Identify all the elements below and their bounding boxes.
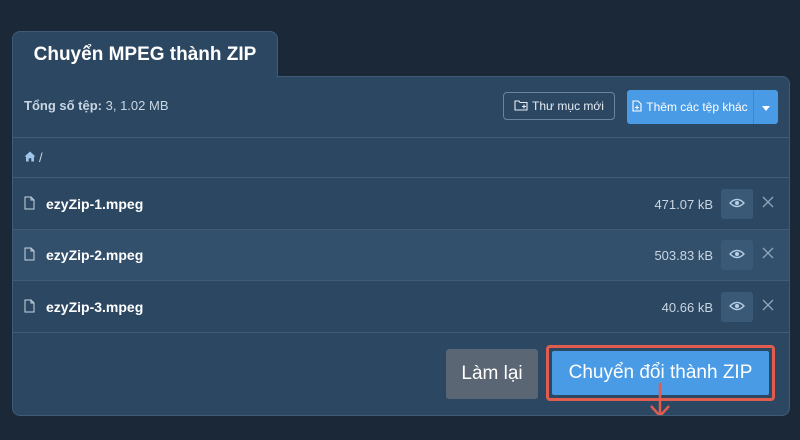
file-icon <box>24 299 35 318</box>
new-folder-button[interactable]: Thư mục mới <box>503 92 615 120</box>
reset-label: Làm lại <box>461 363 523 384</box>
file-row: ezyZip-1.mpeg 471.07 kB <box>13 179 789 230</box>
eye-icon <box>729 298 745 316</box>
home-icon[interactable] <box>24 150 36 165</box>
add-files-dropdown-toggle[interactable] <box>754 90 778 124</box>
file-summary-label: Tổng số tệp: <box>24 98 102 113</box>
page-title: Chuyển MPEG thành ZIP <box>33 44 257 65</box>
file-row: ezyZip-2.mpeg 503.83 kB <box>13 230 789 281</box>
remove-file-button[interactable] <box>759 195 777 213</box>
preview-button[interactable] <box>721 292 753 322</box>
breadcrumb-separator: / <box>39 150 43 165</box>
file-summary: Tổng số tệp: 3, 1.02 MB <box>24 98 169 113</box>
close-icon <box>762 195 774 213</box>
arrow-down-icon <box>649 382 671 415</box>
remove-file-button[interactable] <box>759 246 777 264</box>
preview-button[interactable] <box>721 240 753 270</box>
new-folder-label: Thư mục mới <box>532 99 604 113</box>
file-size: 471.07 kB <box>654 197 713 212</box>
file-name: ezyZip-2.mpeg <box>46 247 144 263</box>
remove-file-button[interactable] <box>759 298 777 316</box>
file-add-icon <box>632 99 642 115</box>
file-icon <box>24 196 35 215</box>
folder-add-icon <box>514 99 528 114</box>
add-files-main[interactable]: Thêm các tệp khác <box>627 90 754 124</box>
file-size: 40.66 kB <box>661 300 713 315</box>
add-files-button[interactable]: Thêm các tệp khác <box>627 90 778 124</box>
eye-icon <box>729 246 745 264</box>
file-name: ezyZip-3.mpeg <box>46 299 144 315</box>
convert-label: Chuyển đổi thành ZIP <box>568 362 753 383</box>
file-size: 503.83 kB <box>654 248 713 263</box>
preview-button[interactable] <box>721 189 753 219</box>
caret-down-icon <box>762 100 770 114</box>
breadcrumb: / <box>13 138 789 178</box>
converter-panel: Tổng số tệp: 3, 1.02 MB Thư mục mới Thêm… <box>12 76 790 416</box>
page-title-tab: Chuyển MPEG thành ZIP <box>12 31 278 78</box>
file-summary-value: 3, 1.02 MB <box>105 98 169 113</box>
file-name: ezyZip-1.mpeg <box>46 196 144 212</box>
add-files-label: Thêm các tệp khác <box>646 100 748 114</box>
close-icon <box>762 298 774 316</box>
file-icon <box>24 247 35 266</box>
reset-button[interactable]: Làm lại <box>446 349 538 399</box>
file-row: ezyZip-3.mpeg 40.66 kB <box>13 282 789 333</box>
close-icon <box>762 246 774 264</box>
toolbar: Tổng số tệp: 3, 1.02 MB Thư mục mới Thêm… <box>13 77 789 138</box>
eye-icon <box>729 195 745 213</box>
